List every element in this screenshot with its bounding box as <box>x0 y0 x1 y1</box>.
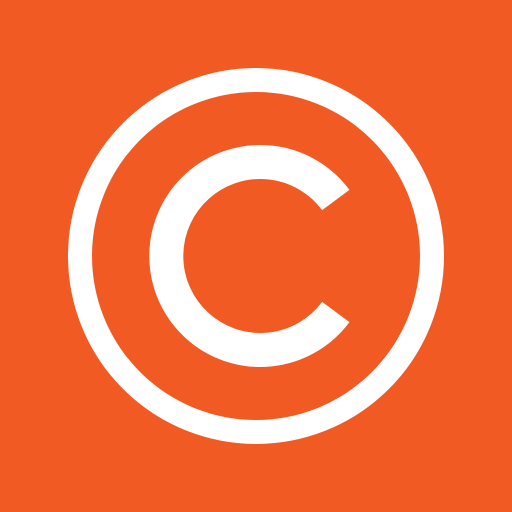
app-icon-tile <box>0 0 512 512</box>
copyright-icon <box>0 0 512 512</box>
